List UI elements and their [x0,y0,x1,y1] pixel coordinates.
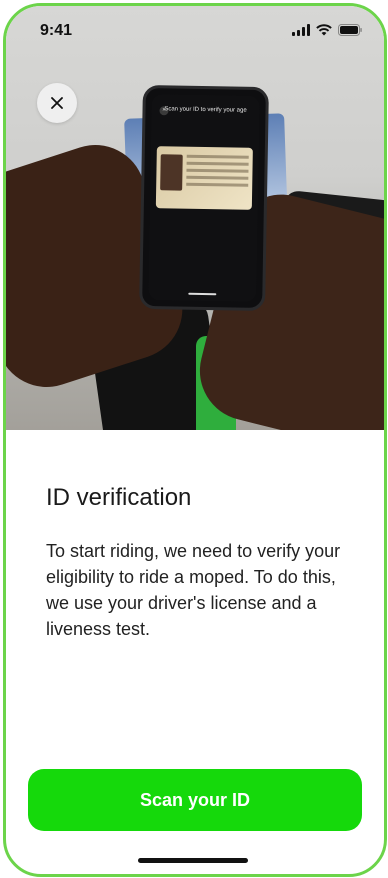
phone-home-indicator [188,292,217,296]
hero-photo: × Scan your ID to verify your age [6,6,384,430]
wifi-icon [316,24,332,36]
page-title: ID verification [46,484,192,511]
id-photo [160,154,183,191]
status-bar: 9:41 [6,6,384,60]
device-frame: × Scan your ID to verify your age 9:41 I… [3,3,387,877]
home-indicator [138,858,248,863]
status-icons [292,24,362,36]
phone-screen: × Scan your ID to verify your age [148,94,260,302]
scan-id-button[interactable]: Scan your ID [28,769,362,831]
close-icon [51,97,63,109]
page-description: To start riding, we need to verify your … [46,541,341,639]
scanned-id-card [155,146,253,210]
signal-icon [292,24,310,36]
id-details [186,154,249,191]
phone-mockup: × Scan your ID to verify your age [139,84,269,312]
phone-screen-title: Scan your ID to verify your age [164,106,247,114]
close-button[interactable] [37,83,77,123]
battery-icon [338,24,362,36]
status-time: 9:41 [40,22,73,39]
